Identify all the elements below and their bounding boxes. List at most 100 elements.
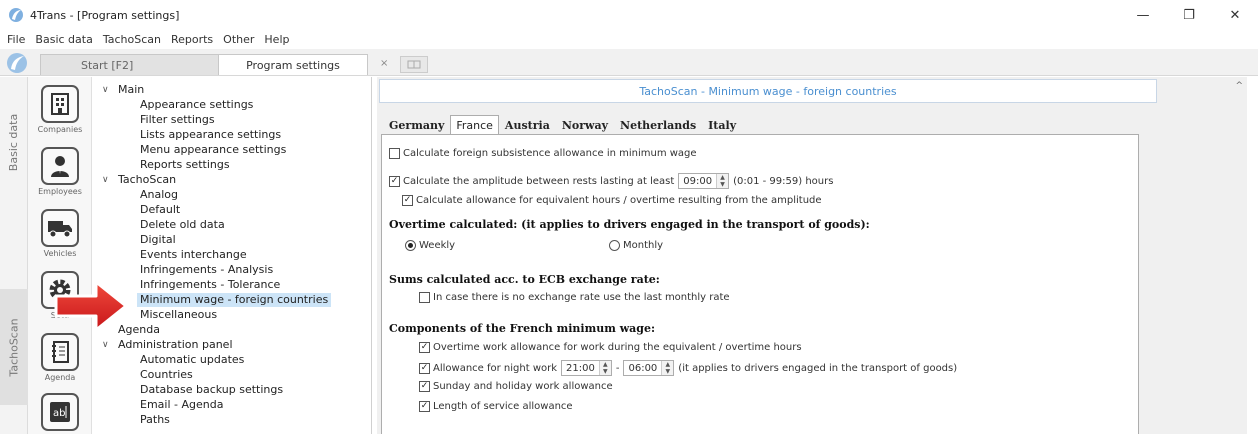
night-work-option[interactable]: ✓ Allowance for night work 21:00 ▲ ▼ - 06… bbox=[419, 360, 957, 376]
spinner-arrows-icon[interactable]: ▲ ▼ bbox=[661, 361, 674, 375]
module-employees[interactable]: Employees bbox=[28, 147, 92, 196]
tree-item-paths[interactable]: Paths bbox=[140, 413, 170, 427]
tree-item-infr-analysis[interactable]: Infringements - Analysis bbox=[140, 263, 273, 277]
tab-program-settings[interactable]: Program settings bbox=[218, 54, 368, 75]
tree-item-auto-updates[interactable]: Automatic updates bbox=[140, 353, 244, 367]
app-logo-icon bbox=[9, 8, 23, 22]
foreign-subsistence-option[interactable]: Calculate foreign subsistence allowance … bbox=[389, 148, 697, 159]
tree-item-main[interactable]: Main bbox=[118, 83, 144, 97]
menu-tachoscan[interactable]: TachoScan bbox=[102, 33, 162, 46]
tree-item-default[interactable]: Default bbox=[140, 203, 180, 217]
night-to-spinner[interactable]: 06:00 ▲ ▼ bbox=[623, 360, 675, 376]
monthly-radio[interactable] bbox=[609, 240, 620, 251]
tree-item-admin[interactable]: Administration panel bbox=[118, 338, 233, 352]
monthly-option[interactable]: Monthly bbox=[609, 240, 663, 251]
spinner-arrows-icon[interactable]: ▲ ▼ bbox=[716, 174, 729, 188]
service-option[interactable]: ✓ Length of service allowance bbox=[419, 401, 573, 412]
sunday-option[interactable]: ✓ Sunday and holiday work allowance bbox=[419, 381, 613, 392]
new-tab-button[interactable] bbox=[400, 56, 428, 73]
menu-basic-data[interactable]: Basic data bbox=[34, 33, 93, 46]
france-settings-panel: Calculate foreign subsistence allowance … bbox=[381, 134, 1139, 434]
chevron-down-icon[interactable]: ∨ bbox=[102, 175, 109, 185]
scroll-up-icon[interactable]: ^ bbox=[1235, 81, 1243, 91]
tree-item-lists[interactable]: Lists appearance settings bbox=[140, 128, 281, 142]
side-tab-tachoscan[interactable]: TachoScan bbox=[0, 289, 28, 405]
menu-help[interactable]: Help bbox=[263, 33, 290, 46]
ecb-section-title: Sums calculated acc. to ECB exchange rat… bbox=[389, 273, 660, 286]
minimize-button[interactable]: — bbox=[1120, 0, 1166, 30]
module-agenda[interactable]: Agenda bbox=[28, 333, 92, 382]
tree-item-countries[interactable]: Countries bbox=[140, 368, 193, 382]
overtime-work-option[interactable]: ✓ Overtime work allowance for work durin… bbox=[419, 342, 802, 353]
menu-other[interactable]: Other bbox=[222, 33, 255, 46]
tab-germany[interactable]: Germany bbox=[383, 115, 450, 135]
tree-item-appearance[interactable]: Appearance settings bbox=[140, 98, 253, 112]
night-work-checkbox[interactable]: ✓ bbox=[419, 362, 430, 374]
tab-italy[interactable]: Italy bbox=[702, 115, 742, 135]
module-vehicles[interactable]: Vehicles bbox=[28, 209, 92, 258]
components-section-title: Components of the French minimum wage: bbox=[389, 322, 656, 335]
tree-item-email[interactable]: Email - Agenda bbox=[140, 398, 223, 412]
document-tab-strip: Start [F2] Program settings × bbox=[0, 49, 1258, 76]
night-from-value[interactable]: 21:00 bbox=[562, 363, 599, 374]
overtime-work-label: Overtime work allowance for work during … bbox=[433, 342, 802, 353]
tree-item-min-wage[interactable]: Minimum wage - foreign countries bbox=[137, 293, 332, 307]
equiv-hours-checkbox[interactable]: ✓ bbox=[402, 195, 413, 206]
person-icon bbox=[41, 147, 79, 185]
chevron-down-icon[interactable]: ∨ bbox=[102, 85, 109, 95]
tree-item-menu[interactable]: Menu appearance settings bbox=[140, 143, 286, 157]
home-logo-icon[interactable] bbox=[4, 52, 30, 74]
night-from-spinner[interactable]: 21:00 ▲ ▼ bbox=[561, 360, 612, 376]
tree-item-delete-old[interactable]: Delete old data bbox=[140, 218, 225, 232]
tab-austria[interactable]: Austria bbox=[499, 115, 556, 135]
weekly-option[interactable]: Weekly bbox=[405, 240, 455, 251]
country-tabs: Germany France Austria Norway Netherland… bbox=[383, 115, 742, 135]
weekly-radio[interactable] bbox=[405, 240, 416, 251]
ecb-option[interactable]: In case there is no exchange rate use th… bbox=[419, 292, 730, 303]
restore-button[interactable]: ❐ bbox=[1166, 0, 1212, 30]
equiv-hours-option[interactable]: ✓ Calculate allowance for equivalent hou… bbox=[402, 195, 822, 206]
tree-item-analog[interactable]: Analog bbox=[140, 188, 178, 202]
overtime-work-checkbox[interactable]: ✓ bbox=[419, 342, 430, 353]
tree-item-infr-tolerance[interactable]: Infringements - Tolerance bbox=[140, 278, 280, 292]
tab-netherlands[interactable]: Netherlands bbox=[614, 115, 702, 135]
foreign-subsistence-checkbox[interactable] bbox=[389, 148, 400, 159]
tab-norway[interactable]: Norway bbox=[556, 115, 614, 135]
night-work-label: Allowance for night work bbox=[433, 362, 558, 374]
side-tab-basic-data[interactable]: Basic data bbox=[0, 97, 28, 187]
amplitude-hint: (0:01 - 99:59) hours bbox=[733, 175, 834, 187]
overtime-section-title: Overtime calculated: (it applies to driv… bbox=[389, 218, 870, 231]
night-to-value[interactable]: 06:00 bbox=[624, 363, 661, 374]
service-label: Length of service allowance bbox=[433, 401, 573, 412]
title-bar: 4Trans - [Program settings] — ❐ ✕ bbox=[0, 0, 1258, 30]
amplitude-checkbox[interactable]: ✓ bbox=[389, 175, 400, 187]
ecb-label: In case there is no exchange rate use th… bbox=[433, 292, 730, 303]
truck-icon bbox=[41, 209, 79, 247]
vertical-scrollbar[interactable]: ^ bbox=[1230, 77, 1247, 434]
menu-file[interactable]: File bbox=[6, 33, 26, 46]
tree-item-digital[interactable]: Digital bbox=[140, 233, 176, 247]
amplitude-spinner[interactable]: 09:00 ▲ ▼ bbox=[678, 173, 730, 189]
sunday-checkbox[interactable]: ✓ bbox=[419, 381, 430, 392]
tree-item-tachoscan[interactable]: TachoScan bbox=[118, 173, 176, 187]
tree-item-reports[interactable]: Reports settings bbox=[140, 158, 230, 172]
module-templates[interactable]: ab bbox=[28, 393, 92, 431]
tree-item-events[interactable]: Events interchange bbox=[140, 248, 247, 262]
tree-item-filter[interactable]: Filter settings bbox=[140, 113, 215, 127]
amplitude-label: Calculate the amplitude between rests la… bbox=[403, 175, 675, 187]
menu-reports[interactable]: Reports bbox=[170, 33, 214, 46]
tree-item-misc[interactable]: Miscellaneous bbox=[140, 308, 217, 322]
ecb-checkbox[interactable] bbox=[419, 292, 430, 303]
tab-close-icon[interactable]: × bbox=[380, 58, 388, 69]
tab-start[interactable]: Start [F2] bbox=[40, 54, 220, 75]
service-checkbox[interactable]: ✓ bbox=[419, 401, 430, 412]
tree-item-db-backup[interactable]: Database backup settings bbox=[140, 383, 283, 397]
chevron-down-icon[interactable]: ∨ bbox=[102, 340, 109, 350]
weekly-label: Weekly bbox=[419, 240, 456, 251]
module-companies[interactable]: Companies bbox=[28, 85, 92, 134]
amplitude-option[interactable]: ✓ Calculate the amplitude between rests … bbox=[389, 173, 833, 189]
close-button[interactable]: ✕ bbox=[1212, 0, 1258, 30]
amplitude-value[interactable]: 09:00 bbox=[679, 176, 716, 187]
tab-france[interactable]: France bbox=[450, 115, 499, 135]
spinner-arrows-icon[interactable]: ▲ ▼ bbox=[598, 361, 611, 375]
